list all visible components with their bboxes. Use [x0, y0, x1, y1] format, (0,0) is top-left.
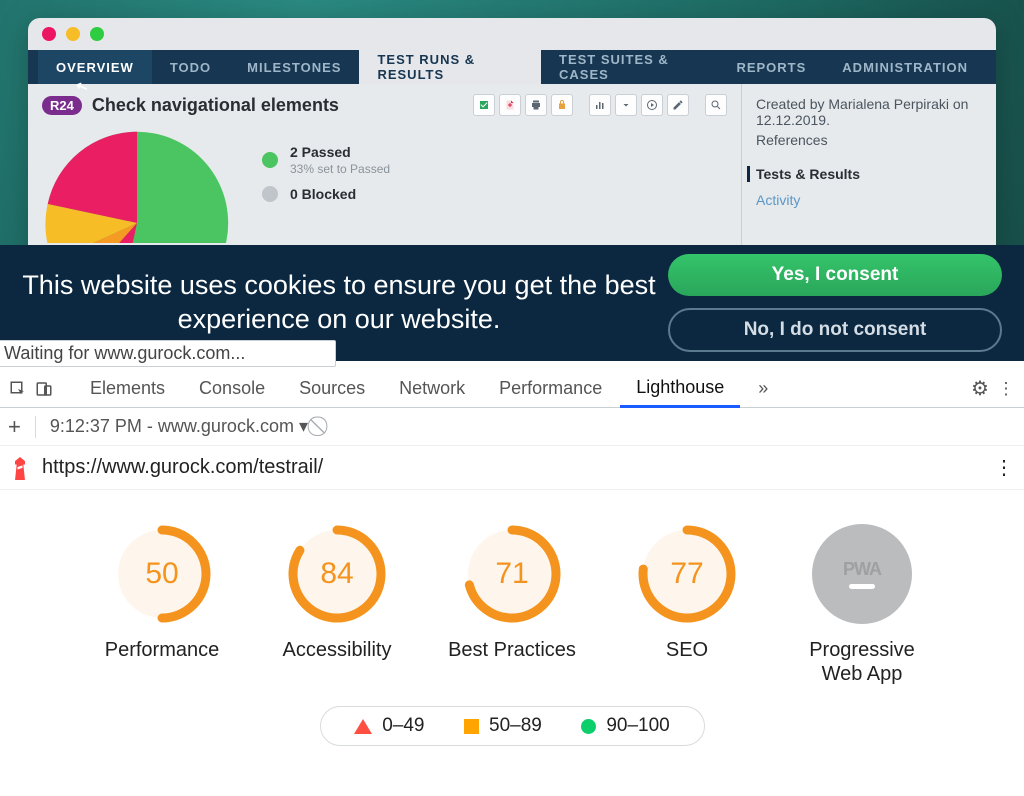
inspect-icon[interactable]: [6, 380, 30, 398]
tab-suites[interactable]: TEST SUITES & CASES: [541, 50, 718, 84]
export-icon[interactable]: [499, 94, 521, 116]
new-report-icon[interactable]: +: [8, 414, 21, 440]
lighthouse-icon: [10, 457, 30, 479]
gauge-label: Accessibility: [283, 638, 392, 662]
triangle-icon: [354, 719, 372, 734]
created-by: Created by Marialena Perpiraki on 12.12.…: [756, 96, 982, 128]
toolbar: [473, 94, 727, 116]
circle-icon: [581, 719, 596, 734]
gauge-best-practices[interactable]: 71 Best Practices: [445, 524, 580, 686]
sidebar-activity[interactable]: Activity: [756, 192, 982, 208]
legend-blocked-title: 0 Blocked: [290, 186, 356, 202]
tab-label: OVERVIEW: [56, 60, 134, 75]
lock-icon[interactable]: [551, 94, 573, 116]
gear-icon[interactable]: ⚙︎: [968, 376, 992, 401]
gauge-label: Performance: [105, 638, 220, 662]
lighthouse-gauges: 50 Performance 84 Accessibility 71: [0, 490, 1024, 702]
maximize-icon[interactable]: [90, 27, 104, 41]
results-pie: [42, 128, 232, 243]
gauge-accessibility[interactable]: 84 Accessibility: [270, 524, 405, 686]
report-selector[interactable]: 9:12:37 PM - www.gurock.com ▾: [50, 416, 308, 437]
legend-passed-sub: 33% set to Passed: [290, 162, 390, 176]
devtools-tab-console[interactable]: Console: [183, 370, 281, 408]
tab-overview[interactable]: OVERVIEW ↖︎: [38, 50, 152, 84]
consent-no-button[interactable]: No, I do not consent: [668, 308, 1002, 352]
consent-yes-button[interactable]: Yes, I consent: [668, 254, 1002, 296]
gauge-value: 77: [637, 524, 737, 624]
legend-passed-title: 2 Passed: [290, 144, 351, 160]
tab-milestones[interactable]: MILESTONES: [229, 50, 359, 84]
devtools-tab-lighthouse[interactable]: Lighthouse: [620, 370, 740, 408]
devtools-tab-elements[interactable]: Elements: [74, 370, 181, 408]
audited-url: https://www.gurock.com/testrail/: [42, 456, 323, 479]
tab-admin[interactable]: ADMINISTRATION: [824, 50, 986, 84]
traffic-lights: [28, 18, 996, 50]
gauge-performance[interactable]: 50 Performance: [95, 524, 230, 686]
play-icon[interactable]: [641, 94, 663, 116]
tab-reports[interactable]: REPORTS: [718, 50, 824, 84]
results-legend: 2 Passed 33% set to Passed 0 Blocked: [262, 128, 390, 243]
gauge-value: 50: [112, 524, 212, 624]
minimize-icon[interactable]: [66, 27, 80, 41]
cookie-text: This website uses cookies to ensure you …: [10, 269, 668, 337]
gauge-label: Progressive Web App: [795, 638, 930, 686]
tab-todo[interactable]: TODO: [152, 50, 229, 84]
devtools-tab-performance[interactable]: Performance: [483, 370, 618, 408]
run-main: R24 Check navigational elements: [28, 84, 741, 254]
device-icon[interactable]: [32, 380, 56, 398]
dot-blocked-icon: [262, 186, 278, 202]
more-icon[interactable]: ⋮: [994, 379, 1018, 399]
dropdown-icon[interactable]: [615, 94, 637, 116]
devtools-tab-network[interactable]: Network: [383, 370, 481, 408]
gauge-seo[interactable]: 77 SEO: [620, 524, 755, 686]
url-more-icon[interactable]: ⋮: [994, 455, 1014, 480]
edit-icon[interactable]: [667, 94, 689, 116]
top-nav: OVERVIEW ↖︎ TODO MILESTONES TEST RUNS & …: [28, 50, 996, 84]
run-title: Check navigational elements: [92, 95, 339, 116]
run-badge: R24: [42, 96, 82, 115]
close-icon[interactable]: [42, 27, 56, 41]
run-sidebar: Created by Marialena Perpiraki on 12.12.…: [741, 84, 996, 254]
devtools-tab-sources[interactable]: Sources: [283, 370, 381, 408]
dot-passed-icon: [262, 152, 278, 168]
app-window: OVERVIEW ↖︎ TODO MILESTONES TEST RUNS & …: [28, 18, 996, 256]
page-status: Waiting for www.gurock.com...: [0, 340, 336, 367]
print-icon[interactable]: [525, 94, 547, 116]
pwa-icon: PWA: [812, 524, 912, 624]
gauge-label: Best Practices: [448, 638, 576, 662]
gauge-label: SEO: [666, 638, 708, 662]
devtools-tab-more[interactable]: »: [742, 370, 784, 408]
references: References: [756, 132, 982, 148]
check-icon[interactable]: [473, 94, 495, 116]
tab-test-runs[interactable]: TEST RUNS & RESULTS: [359, 50, 541, 84]
gauge-value: 71: [462, 524, 562, 624]
chart-icon[interactable]: [589, 94, 611, 116]
sidebar-tests-results[interactable]: Tests & Results: [747, 166, 982, 182]
score-legend: 0–49 50–89 90–100: [320, 706, 705, 746]
gauge-pwa[interactable]: PWA Progressive Web App: [795, 524, 930, 686]
search-icon[interactable]: [705, 94, 727, 116]
gauge-value: 84: [287, 524, 387, 624]
square-icon: [464, 719, 479, 734]
devtools: Elements Console Sources Network Perform…: [0, 370, 1024, 746]
